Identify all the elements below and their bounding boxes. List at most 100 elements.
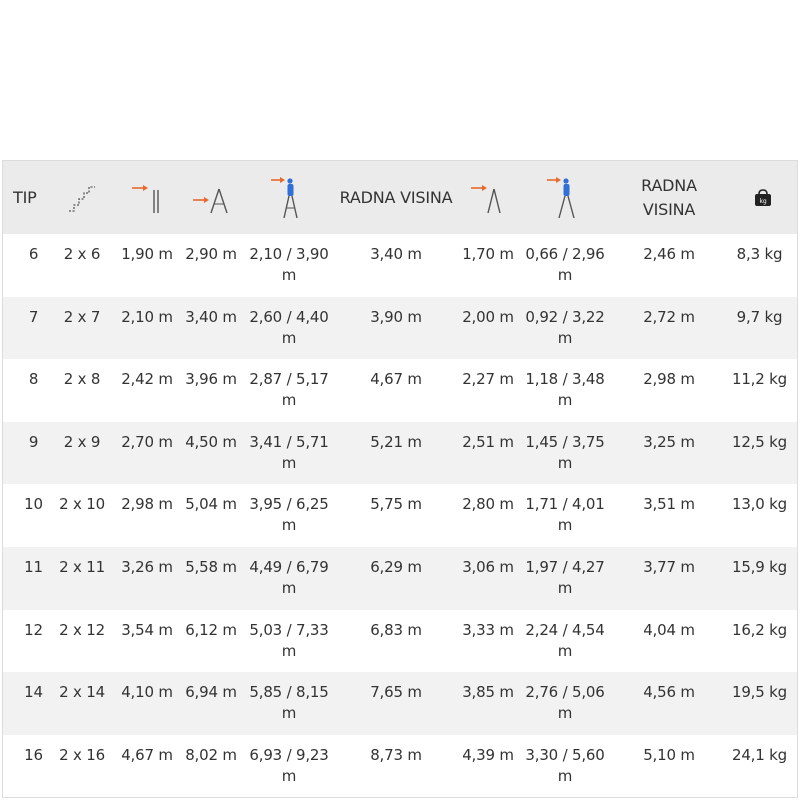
- table-row: 14 2 x 14 4,10 m 6,94 m 5,85 / 8,15 m 7,65 m3…: [3, 672, 797, 735]
- cell-aframe-height: 3,33 m: [457, 609, 519, 673]
- cell-tip: 7: [3, 296, 49, 360]
- cell-aframe-height: 3,06 m: [457, 546, 519, 610]
- cell-extended-length: 5,04 m: [179, 484, 243, 547]
- extended-ladder-length-icon: [193, 188, 228, 213]
- cell-closed-height: 2,10 m: [115, 296, 179, 360]
- cell-weight: 12,5 kg: [727, 421, 797, 485]
- cell-tip: 6: [3, 234, 49, 297]
- table-row: 10 2 x 10 2,98 m 5,04 m 3,95 / 6,25 m 5,75 m2…: [3, 484, 797, 547]
- cell-tip: 14: [3, 672, 49, 735]
- cell-weight: 16,2 kg: [727, 609, 797, 673]
- cell-aframe-working-height: 4,04 m: [611, 609, 727, 673]
- worker-on-ladder-icon: [271, 176, 298, 218]
- cell-aframe-height: 2,80 m: [457, 484, 519, 547]
- cell-aframe-working-height: 2,72 m: [611, 296, 727, 360]
- cell-working-height: 3,40 m: [335, 234, 457, 297]
- ladder-spec-table: TIP RADNA VISINA RADNA VISINA kg 6 2 x 6…: [3, 161, 797, 797]
- header-reach: [243, 161, 335, 234]
- cell-weight: 19,5 kg: [727, 672, 797, 735]
- table-row: 62 x 6 1,90 m 2,90 m 2,10 / 3,90 m 3,40 m 1,7…: [3, 234, 797, 297]
- header-tip: TIP: [3, 161, 49, 234]
- table-row: 72 x 7 2,10 m 3,40 m 2,60 / 4,40 m 3,90 m 2,0…: [3, 296, 797, 360]
- cell-steps: 2 x 7: [49, 296, 115, 360]
- cell-steps: 2 x 8: [49, 359, 115, 422]
- table-body: 62 x 6 1,90 m 2,90 m 2,10 / 3,90 m 3,40 m 1,7…: [3, 234, 797, 797]
- cell-steps: 2 x 11: [49, 546, 115, 610]
- cell-reach: 3,41 / 5,71 m: [243, 421, 335, 485]
- cell-steps: 2 x 9: [49, 421, 115, 485]
- closed-ladder-height-icon: [132, 184, 159, 213]
- a-frame-ladder-height-icon: [471, 184, 501, 213]
- cell-reach: 6,93 / 9,23 m: [243, 734, 335, 797]
- ladder-spec-table-container: TIP RADNA VISINA RADNA VISINA kg 6 2 x 6…: [2, 160, 798, 798]
- stairs-icon: [69, 185, 95, 212]
- header-closed-height: [115, 161, 179, 234]
- table-header-row: TIP RADNA VISINA RADNA VISINA kg: [3, 161, 797, 234]
- cell-aframe-reach: 1,18 / 3,48 m: [519, 359, 611, 422]
- cell-steps: 2 x 16: [49, 734, 115, 797]
- table-row: 82 x 8 2,42 m 3,96 m 2,87 / 5,17 m 4,67 m 2,2…: [3, 359, 797, 422]
- cell-reach: 5,03 / 7,33 m: [243, 609, 335, 673]
- cell-working-height: 6,83 m: [335, 609, 457, 673]
- cell-steps: 2 x 10: [49, 484, 115, 547]
- cell-extended-length: 6,12 m: [179, 609, 243, 673]
- cell-aframe-working-height: 3,25 m: [611, 421, 727, 485]
- header-working-height-aframe: RADNA VISINA: [611, 161, 727, 234]
- cell-closed-height: 3,54 m: [115, 609, 179, 673]
- cell-aframe-working-height: 3,77 m: [611, 546, 727, 610]
- cell-tip: 11: [3, 546, 49, 610]
- cell-reach: 3,95 / 6,25 m: [243, 484, 335, 547]
- cell-extended-length: 2,90 m: [179, 234, 243, 297]
- cell-aframe-working-height: 2,46 m: [611, 234, 727, 297]
- cell-reach: 4,49 / 6,79 m: [243, 546, 335, 610]
- table-row: 11 2 x 11 3,26 m 5,58 m 4,49 / 6,79 m 6,29 m3…: [3, 546, 797, 610]
- cell-aframe-working-height: 5,10 m: [611, 734, 727, 797]
- table-row: 16 2 x 16 4,67 m 8,02 m 6,93 / 9,23 m 8,73 m4…: [3, 734, 797, 797]
- header-weight: kg: [727, 161, 797, 234]
- cell-working-height: 7,65 m: [335, 672, 457, 735]
- cell-aframe-reach: 2,76 / 5,06 m: [519, 672, 611, 735]
- table-row: 92 x 9 2,70 m 4,50 m 3,41 / 5,71 m 5,21 m 2,5…: [3, 421, 797, 485]
- cell-weight: 13,0 kg: [727, 484, 797, 547]
- cell-aframe-working-height: 4,56 m: [611, 672, 727, 735]
- cell-tip: 10: [3, 484, 49, 547]
- cell-steps: 2 x 14: [49, 672, 115, 735]
- cell-working-height: 6,29 m: [335, 546, 457, 610]
- cell-reach: 2,10 / 3,90 m: [243, 234, 335, 297]
- cell-closed-height: 1,90 m: [115, 234, 179, 297]
- cell-closed-height: 2,42 m: [115, 359, 179, 422]
- cell-weight: 15,9 kg: [727, 546, 797, 610]
- cell-aframe-working-height: 2,98 m: [611, 359, 727, 422]
- cell-aframe-reach: 0,66 / 2,96 m: [519, 234, 611, 297]
- cell-aframe-working-height: 3,51 m: [611, 484, 727, 547]
- cell-closed-height: 2,70 m: [115, 421, 179, 485]
- header-extended-length: [179, 161, 243, 234]
- weight-kg-icon: kg: [755, 189, 771, 206]
- header-aframe-height: [457, 161, 519, 234]
- worker-on-a-frame-icon: [547, 176, 575, 218]
- table-row: 12 2 x 12 3,54 m 6,12 m 5,03 / 7,33 m 6,83 m3…: [3, 609, 797, 673]
- cell-steps: 2 x 6: [49, 234, 115, 297]
- header-aframe-reach: [519, 161, 611, 234]
- cell-working-height: 8,73 m: [335, 734, 457, 797]
- cell-reach: 5,85 / 8,15 m: [243, 672, 335, 735]
- cell-aframe-reach: 0,92 / 3,22 m: [519, 296, 611, 360]
- svg-text:kg: kg: [760, 198, 767, 205]
- header-steps: [49, 161, 115, 234]
- cell-weight: 24,1 kg: [727, 734, 797, 797]
- cell-steps: 2 x 12: [49, 609, 115, 673]
- cell-weight: 9,7 kg: [727, 296, 797, 360]
- cell-tip: 8: [3, 359, 49, 422]
- cell-aframe-height: 2,00 m: [457, 296, 519, 360]
- cell-working-height: 3,90 m: [335, 296, 457, 360]
- cell-aframe-height: 1,70 m: [457, 234, 519, 297]
- cell-working-height: 5,75 m: [335, 484, 457, 547]
- cell-closed-height: 4,10 m: [115, 672, 179, 735]
- cell-aframe-reach: 2,24 / 4,54 m: [519, 609, 611, 673]
- header-working-height: RADNA VISINA: [335, 161, 457, 234]
- cell-aframe-height: 3,85 m: [457, 672, 519, 735]
- cell-extended-length: 4,50 m: [179, 421, 243, 485]
- cell-tip: 9: [3, 421, 49, 485]
- cell-closed-height: 3,26 m: [115, 546, 179, 610]
- cell-extended-length: 8,02 m: [179, 734, 243, 797]
